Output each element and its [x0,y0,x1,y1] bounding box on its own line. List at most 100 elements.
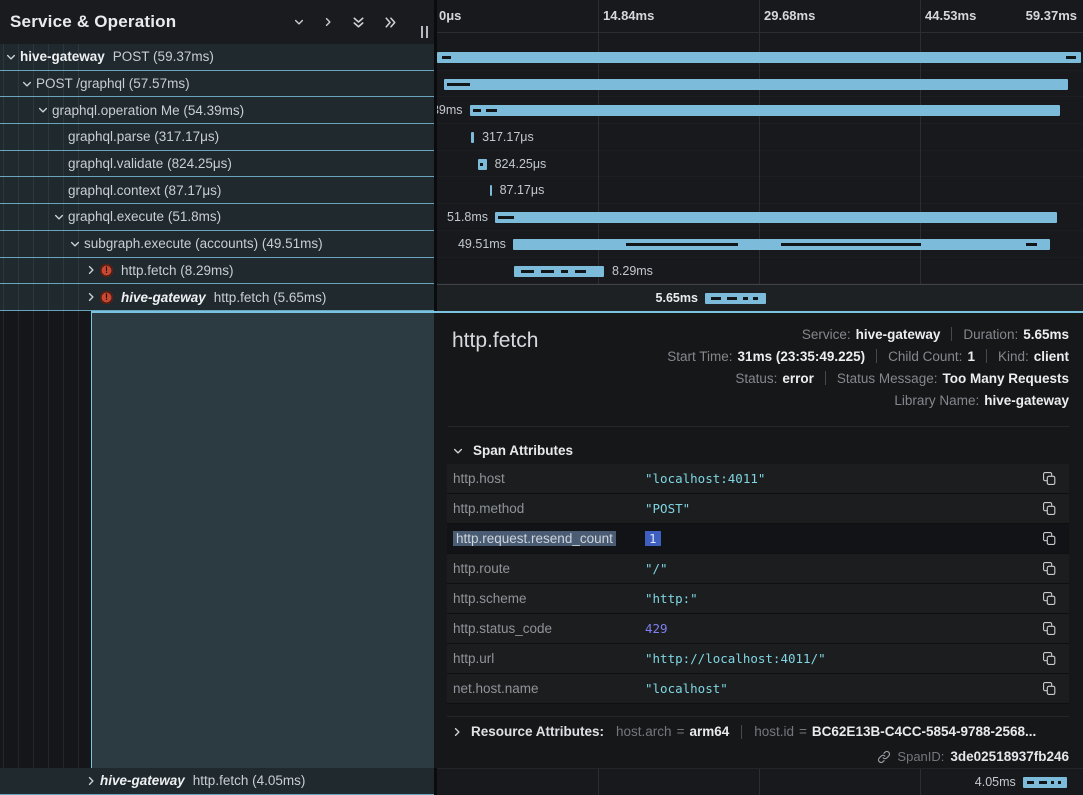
meta-divider [825,371,826,385]
attribute-row[interactable]: http.request.resend_count1 [447,524,1069,553]
span-attributes-section-header[interactable]: Span Attributes [452,443,573,458]
attribute-row[interactable]: http.scheme"http:" [447,584,1069,613]
copy-icon[interactable] [1042,561,1057,576]
chevron-down-icon[interactable] [36,104,50,116]
copy-icon[interactable] [1042,501,1057,516]
span-duration-label: 4.05ms [975,775,1016,790]
bar-gap-segment [1027,781,1034,784]
span-bar[interactable] [705,293,766,304]
tree-row[interactable]: POST /graphql (57.57ms) [0,71,434,98]
tree-row[interactable]: !http.fetch (8.29ms) [0,258,434,285]
copy-icon[interactable] [1042,471,1057,486]
span-name-label: graphql.context (87.17μs) [68,183,221,198]
error-icon: ! [100,264,113,277]
equals-sign: = [677,724,685,739]
timeline-row[interactable]: 49.51ms [437,231,1083,258]
copy-icon[interactable] [1042,651,1057,666]
bar-gap-segment [1039,781,1046,784]
tree-row[interactable]: graphql.validate (824.25μs) [0,151,434,178]
meta-divider [986,349,987,363]
tree-row[interactable]: subgraph.execute (accounts) (49.51ms) [0,231,434,258]
span-duration-label: 49.51ms [458,237,506,252]
span-id-label: SpanID: [897,749,944,764]
double-chevron-down-icon[interactable] [351,15,366,30]
panel-resize-handle[interactable] [421,26,428,38]
span-bar[interactable] [470,105,1060,116]
service-name: hive-gateway [20,49,105,64]
trace-viewer: Service & Operation hive-gatewayPOST (59… [0,0,1083,795]
chevron-down-icon [452,445,464,457]
attribute-value: "http:" [645,591,1042,606]
timeline-row[interactable]: 4.05ms [437,769,1083,795]
chevron-right-icon[interactable] [451,726,463,738]
copy-icon[interactable] [1042,681,1057,696]
link-icon[interactable] [877,750,891,764]
bar-gap-segment [498,216,514,219]
span-bar[interactable] [513,239,1050,250]
timeline-row[interactable]: 5.65ms [437,284,1083,311]
copy-icon[interactable] [1042,531,1057,546]
double-chevron-right-icon[interactable] [383,15,398,30]
tree-row[interactable]: graphql.operation Me (54.39ms) [0,97,434,124]
chevron-down-icon[interactable] [293,16,305,28]
timeline-row[interactable]: 51.8ms [437,204,1083,231]
chevron-right-icon[interactable] [322,16,334,28]
span-bar[interactable] [514,266,604,277]
span-bar[interactable] [444,79,1068,90]
copy-icon[interactable] [1042,621,1057,636]
meta-label: Kind: [998,349,1029,364]
attribute-row[interactable]: net.host.name"localhost" [447,674,1069,703]
meta-line: Status:errorStatus Message:Too Many Requ… [667,367,1069,389]
span-bar[interactable] [495,212,1057,223]
tree-header-title: Service & Operation [10,12,176,32]
span-name-label: subgraph.execute (accounts) (49.51ms) [84,236,323,251]
span-id-value: 3de02518937fb246 [950,749,1069,764]
span-meta: Service:hive-gatewayDuration:5.65msStart… [667,323,1069,411]
chevron-down-icon[interactable] [20,78,34,90]
attribute-row[interactable]: http.host"localhost:4011" [447,464,1069,493]
timeline-row[interactable]: 8.29ms [437,258,1083,285]
attribute-row[interactable]: http.method"POST" [447,494,1069,523]
span-bar[interactable] [490,185,492,196]
attribute-row[interactable]: http.status_code429 [447,614,1069,643]
tree-row[interactable]: graphql.execute (51.8ms) [0,204,434,231]
chevron-down-icon[interactable] [4,51,18,63]
tree-row[interactable]: graphql.context (87.17μs) [0,177,434,204]
tree-rows: hive-gatewayPOST (59.37ms)POST /graphql … [0,44,434,311]
chevron-right-icon[interactable] [84,264,98,276]
chevron-down-icon[interactable] [52,211,66,223]
chevron-right-icon[interactable] [84,291,98,303]
attribute-key: http.request.resend_count [453,531,645,546]
chevron-right-icon[interactable] [84,775,98,787]
tree-row[interactable]: hive-gatewayPOST (59.37ms) [0,44,434,71]
attribute-row[interactable]: http.url"http://localhost:4011/" [447,644,1069,673]
meta-value: 1 [967,349,975,364]
chevron-down-icon[interactable] [68,238,82,250]
timeline-row[interactable]: 54.39ms [437,97,1083,124]
tree-toolbar [293,15,398,30]
timeline-row[interactable]: 87.17μs [437,177,1083,204]
span-bar[interactable] [471,132,474,143]
axis-tick-label: 14.84ms [603,8,654,23]
timeline-row[interactable]: 317.17μs [437,124,1083,151]
span-detail-panel: http.fetch Service:hive-gatewayDuration:… [434,311,1083,768]
attribute-key: http.host [453,471,645,486]
attribute-value: "POST" [645,501,1042,516]
tree-row[interactable]: graphql.parse (317.17μs) [0,124,434,151]
bar-gap-segment [480,163,483,166]
error-icon: ! [100,291,113,304]
span-bar[interactable] [478,159,487,170]
tree-row[interactable]: hive-gatewayhttp.fetch (4.05ms) [0,768,434,795]
tree-row[interactable]: !hive-gatewayhttp.fetch (5.65ms) [0,284,434,311]
attribute-key: http.status_code [453,621,645,636]
attribute-row[interactable]: http.route"/" [447,554,1069,583]
resource-attributes-row: Resource Attributes: host.arch=arm64host… [447,716,1069,739]
span-bar[interactable] [1023,777,1067,788]
copy-icon[interactable] [1042,591,1057,606]
timeline-row[interactable] [437,44,1083,71]
attribute-key: http.scheme [453,591,645,606]
span-bar[interactable] [437,52,1081,63]
timeline-row[interactable]: 824.25μs [437,151,1083,178]
timeline-row[interactable]: 57.57ms [437,71,1083,98]
equals-sign: = [799,724,807,739]
